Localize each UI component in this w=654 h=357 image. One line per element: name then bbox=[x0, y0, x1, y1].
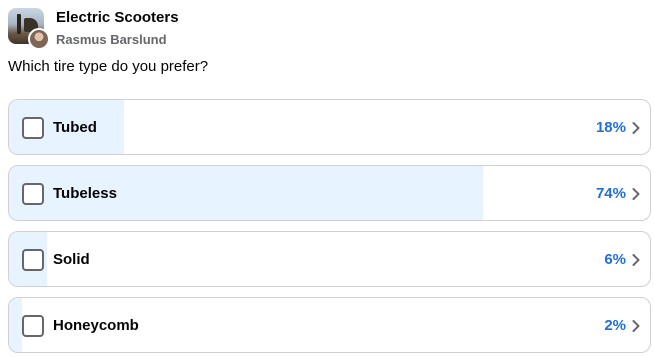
option-percent: 2% bbox=[604, 317, 626, 334]
chevron-right-icon[interactable] bbox=[631, 121, 641, 135]
author-name-link[interactable]: Rasmus Barslund bbox=[56, 31, 179, 48]
option-label: Tubed bbox=[53, 119, 97, 136]
option-percent: 74% bbox=[595, 185, 626, 202]
avatar-stack[interactable] bbox=[8, 8, 50, 50]
group-name-link[interactable]: Electric Scooters bbox=[56, 9, 179, 27]
option-label: Honeycomb bbox=[53, 317, 139, 334]
checkbox-icon[interactable] bbox=[22, 249, 44, 271]
poll-option-tubeless[interactable]: Tubeless 74% bbox=[8, 165, 651, 221]
post-header: Electric Scooters Rasmus Barslund bbox=[8, 8, 179, 50]
option-label: Tubeless bbox=[53, 185, 117, 202]
checkbox-icon[interactable] bbox=[22, 117, 44, 139]
checkbox-icon[interactable] bbox=[22, 315, 44, 337]
option-percent: 18% bbox=[595, 119, 626, 136]
chevron-right-icon[interactable] bbox=[631, 253, 641, 267]
header-text: Electric Scooters Rasmus Barslund bbox=[56, 9, 179, 48]
poll-option-solid[interactable]: Solid 6% bbox=[8, 231, 651, 287]
poll-post: Electric Scooters Rasmus Barslund Which … bbox=[0, 0, 654, 357]
option-label: Solid bbox=[53, 251, 90, 268]
poll-option-honeycomb[interactable]: Honeycomb 2% bbox=[8, 297, 651, 353]
poll-option-tubed[interactable]: Tubed 18% bbox=[8, 99, 651, 155]
checkbox-icon[interactable] bbox=[22, 183, 44, 205]
chevron-right-icon[interactable] bbox=[631, 319, 641, 333]
poll-question: Which tire type do you prefer? bbox=[8, 58, 209, 75]
chevron-right-icon[interactable] bbox=[631, 187, 641, 201]
user-avatar[interactable] bbox=[28, 28, 50, 50]
poll-result-bar bbox=[9, 298, 22, 352]
poll-options: Tubed 18% Tubeless 74% Solid 6% Honeycom… bbox=[8, 99, 651, 357]
option-percent: 6% bbox=[604, 251, 626, 268]
